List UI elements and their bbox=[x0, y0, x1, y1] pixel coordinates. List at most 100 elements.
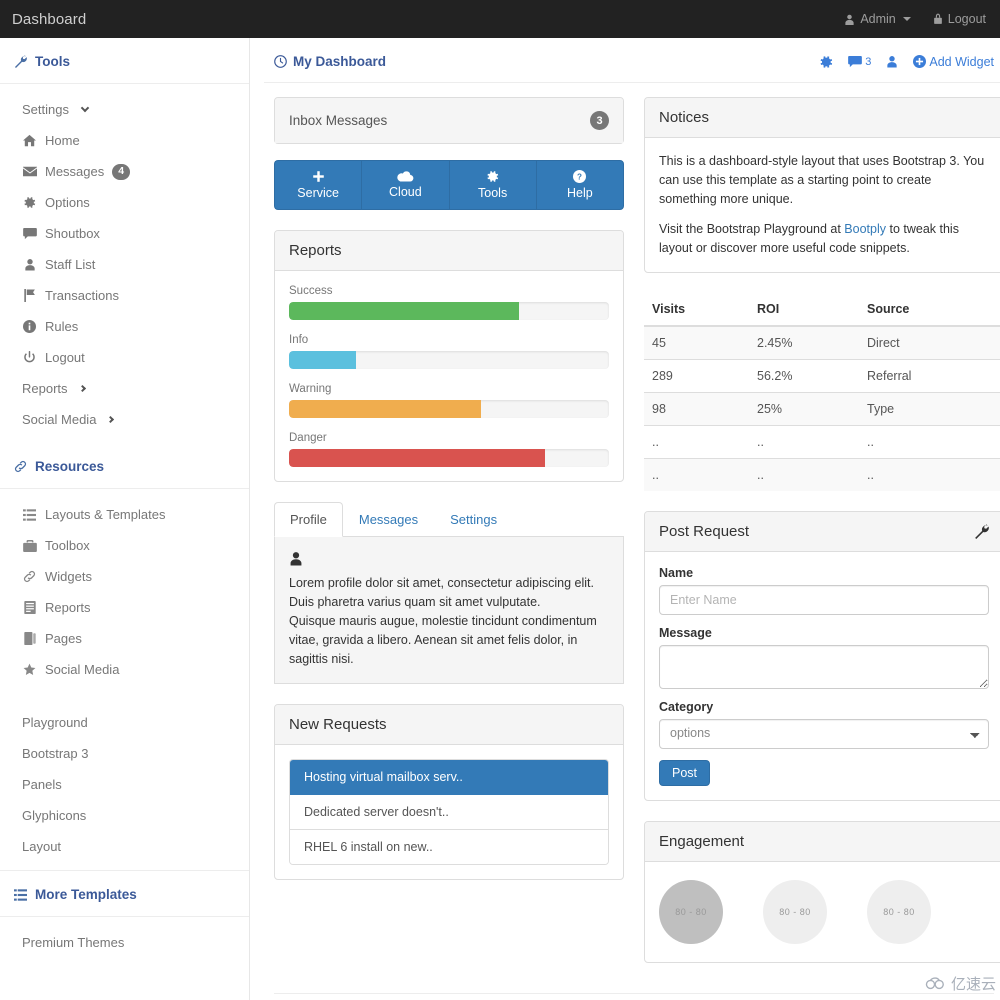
progress-label-danger: Danger bbox=[289, 432, 327, 444]
list-item[interactable]: Hosting virtual mailbox serv.. bbox=[290, 760, 608, 795]
page-title: My Dashboard bbox=[274, 54, 386, 69]
sidebar-item-label: Social Media bbox=[22, 412, 97, 427]
cell-visits: 98 bbox=[644, 392, 749, 426]
quick-action-cloud[interactable]: Cloud bbox=[361, 160, 449, 210]
column-header-visits: Visits bbox=[644, 293, 749, 327]
sidebar-item-logout[interactable]: Logout bbox=[0, 342, 249, 373]
name-field[interactable] bbox=[659, 585, 989, 615]
user-icon bbox=[844, 14, 855, 25]
notices-panel: Notices This is a dashboard-style layout… bbox=[644, 97, 1000, 273]
quick-action-service[interactable]: Service bbox=[274, 160, 362, 210]
column-header-source: Source bbox=[859, 293, 1000, 327]
sidebar: Tools Settings Home Messages 4 Options S… bbox=[0, 38, 250, 1000]
quick-action-help[interactable]: ? Help bbox=[535, 160, 624, 210]
sidebar-item-layouts-templates[interactable]: Layouts & Templates bbox=[0, 499, 249, 530]
add-widget-label: Add Widget bbox=[929, 54, 994, 69]
sidebar-item-transactions[interactable]: Transactions bbox=[0, 280, 249, 311]
sidebar-item-toolbox[interactable]: Toolbox bbox=[0, 530, 249, 561]
sidebar-item-staff-list[interactable]: Staff List bbox=[0, 249, 249, 280]
app-brand[interactable]: Dashboard bbox=[12, 11, 86, 28]
cell-source: .. bbox=[859, 458, 1000, 491]
reports-panel: Reports Success Info Warning Danger bbox=[274, 230, 624, 482]
add-widget-button[interactable]: Add Widget bbox=[913, 55, 994, 69]
question-circle-icon: ? bbox=[541, 170, 619, 183]
sidebar-heading-resources-label: Resources bbox=[35, 459, 105, 474]
table-row: 289 56.2% Referral bbox=[644, 359, 1000, 393]
cell-roi: 25% bbox=[749, 392, 859, 426]
logout-link[interactable]: Logout bbox=[933, 12, 986, 26]
sidebar-item-bootstrap3[interactable]: Bootstrap 3 bbox=[0, 738, 249, 769]
comments-button[interactable]: 3 bbox=[848, 55, 871, 68]
tab-pane-profile: Lorem profile dolor sit amet, consectetu… bbox=[274, 537, 624, 684]
logout-label: Logout bbox=[947, 12, 986, 26]
profile-paragraph-1: Lorem profile dolor sit amet, consectetu… bbox=[289, 576, 595, 609]
table-row: .. .. .. bbox=[644, 425, 1000, 459]
engagement-circles: 80 - 80 80 - 80 80 - 80 bbox=[659, 874, 989, 950]
wrench-icon[interactable] bbox=[974, 524, 989, 539]
pages-icon bbox=[22, 632, 37, 645]
sidebar-item-widgets[interactable]: Widgets bbox=[0, 561, 249, 592]
sidebar-item-messages[interactable]: Messages 4 bbox=[0, 156, 249, 187]
sidebar-item-layout[interactable]: Layout bbox=[0, 831, 249, 862]
sidebar-item-shoutbox[interactable]: Shoutbox bbox=[0, 218, 249, 249]
sidebar-item-social-media-resource[interactable]: Social Media bbox=[0, 654, 249, 685]
post-request-panel: Post Request Name Message Category optio… bbox=[644, 511, 1000, 801]
navbar-right-menu: Admin Logout bbox=[844, 12, 986, 26]
progress-track-info bbox=[289, 351, 609, 369]
quick-action-label: Cloud bbox=[389, 185, 422, 199]
list-item[interactable]: Dedicated server doesn't.. bbox=[290, 795, 608, 830]
inbox-count-badge: 3 bbox=[590, 111, 609, 130]
sidebar-item-label: Social Media bbox=[45, 662, 120, 677]
tab-messages[interactable]: Messages bbox=[343, 502, 434, 537]
post-request-title: Post Request bbox=[659, 523, 750, 540]
inbox-messages-panel: Inbox Messages 3 bbox=[274, 97, 624, 144]
flag-icon bbox=[22, 289, 37, 302]
user-menu-admin[interactable]: Admin bbox=[844, 12, 911, 26]
link-icon bbox=[14, 460, 27, 473]
sidebar-links-list: Playground Bootstrap 3 Panels Glyphicons… bbox=[0, 707, 249, 870]
post-submit-button[interactable]: Post bbox=[659, 760, 711, 786]
sidebar-item-playground[interactable]: Playground bbox=[0, 707, 249, 738]
cell-source: .. bbox=[859, 425, 1000, 459]
sidebar-item-glyphicons[interactable]: Glyphicons bbox=[0, 800, 249, 831]
engagement-circle[interactable]: 80 - 80 bbox=[867, 880, 931, 944]
new-requests-panel: New Requests Hosting virtual mailbox ser… bbox=[274, 704, 624, 880]
gear-icon bbox=[454, 170, 532, 183]
sidebar-item-premium-themes[interactable]: Premium Themes bbox=[0, 927, 249, 958]
notices-title: Notices bbox=[659, 109, 710, 126]
sidebar-item-label: Panels bbox=[22, 777, 62, 792]
sidebar-item-reports-resource[interactable]: Reports bbox=[0, 592, 249, 623]
category-label: Category bbox=[659, 700, 714, 714]
sidebar-heading-resources: Resources bbox=[0, 443, 249, 489]
reports-header: Reports bbox=[275, 231, 623, 271]
notices-paragraph-2: Visit the Bootstrap Playground at Bootpl… bbox=[659, 220, 989, 258]
tab-profile[interactable]: Profile bbox=[274, 502, 343, 537]
sidebar-item-pages[interactable]: Pages bbox=[0, 623, 249, 654]
engagement-circle[interactable]: 80 - 80 bbox=[763, 880, 827, 944]
user-icon bbox=[289, 551, 609, 566]
quick-action-tools[interactable]: Tools bbox=[448, 160, 536, 210]
list-item[interactable]: RHEL 6 install on new.. bbox=[290, 830, 608, 864]
message-field[interactable] bbox=[659, 645, 989, 689]
bootply-link[interactable]: Bootply bbox=[844, 222, 886, 236]
sidebar-item-reports[interactable]: Reports bbox=[0, 373, 249, 404]
profile-button[interactable] bbox=[886, 55, 898, 68]
home-icon bbox=[22, 134, 37, 147]
category-select[interactable]: options bbox=[659, 719, 989, 749]
inbox-messages-header: Inbox Messages 3 bbox=[275, 98, 623, 143]
engagement-circle[interactable]: 80 - 80 bbox=[659, 880, 723, 944]
sidebar-item-social-media[interactable]: Social Media bbox=[0, 404, 249, 435]
notices-paragraph-1: This is a dashboard-style layout that us… bbox=[659, 154, 985, 206]
dashboard-columns: Inbox Messages 3 Service Cloud Tools ? H… bbox=[264, 83, 1000, 983]
sidebar-item-options[interactable]: Options bbox=[0, 187, 249, 218]
tab-settings[interactable]: Settings bbox=[434, 502, 513, 537]
sidebar-item-settings[interactable]: Settings bbox=[0, 94, 249, 125]
sidebar-item-home[interactable]: Home bbox=[0, 125, 249, 156]
sidebar-item-panels[interactable]: Panels bbox=[0, 769, 249, 800]
settings-gear-button[interactable] bbox=[819, 55, 833, 69]
sidebar-item-rules[interactable]: Rules bbox=[0, 311, 249, 342]
progress-label-info: Info bbox=[289, 334, 309, 346]
chevron-right-icon bbox=[107, 415, 115, 423]
gear-icon bbox=[22, 196, 37, 209]
sidebar-item-label: Reports bbox=[22, 381, 68, 396]
